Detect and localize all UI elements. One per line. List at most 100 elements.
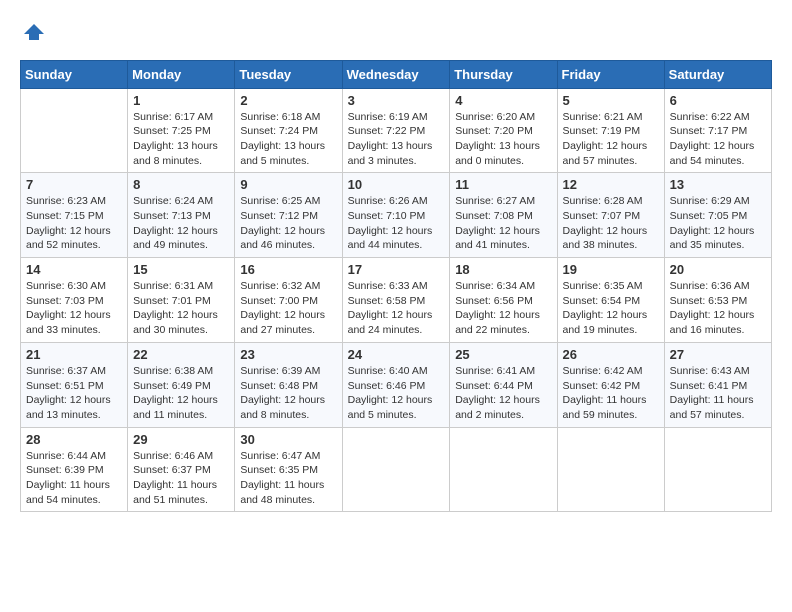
day-number: 16 [240,262,336,277]
day-number: 2 [240,93,336,108]
day-info: Sunrise: 6:33 AMSunset: 6:58 PMDaylight:… [348,279,445,338]
calendar-week-row: 14Sunrise: 6:30 AMSunset: 7:03 PMDayligh… [21,258,772,343]
day-number: 12 [563,177,659,192]
day-number: 29 [133,432,229,447]
calendar-day-cell: 14Sunrise: 6:30 AMSunset: 7:03 PMDayligh… [21,258,128,343]
calendar-day-cell: 10 Sunrise: 6:26 AMSunset: 7:10 PMDayligh… [342,173,450,258]
day-info: Sunrise: 6:30 AMSunset: 7:03 PMDaylight:… [26,279,122,338]
day-info: Sunrise: 6:24 AMSunset: 7:13 PMDaylight:… [133,194,229,253]
day-info: Sunrise: 6:37 AMSunset: 6:51 PMDaylight:… [26,364,122,423]
calendar-day-cell: 20 Sunrise: 6:36 AMSunset: 6:53 PMDayligh… [664,258,771,343]
calendar-week-row: 21 Sunrise: 6:37 AMSunset: 6:51 PMDayligh… [21,342,772,427]
calendar-table: SundayMondayTuesdayWednesdayThursdayFrid… [20,60,772,513]
day-info: Sunrise: 6:32 AMSunset: 7:00 PMDaylight:… [240,279,336,338]
calendar-day-cell: 13 Sunrise: 6:29 AMSunset: 7:05 PMDayligh… [664,173,771,258]
day-number: 28 [26,432,122,447]
calendar-day-cell [557,427,664,512]
day-number: 19 [563,262,659,277]
day-info: Sunrise: 6:46 AMSunset: 6:37 PMDaylight:… [133,449,229,508]
calendar-day-cell: 6 Sunrise: 6:22 AMSunset: 7:17 PMDaylight… [664,88,771,173]
calendar-day-cell: 1 Sunrise: 6:17 AMSunset: 7:25 PMDaylight… [128,88,235,173]
calendar-week-row: 7 Sunrise: 6:23 AMSunset: 7:15 PMDaylight… [21,173,772,258]
calendar-day-cell: 29 Sunrise: 6:46 AMSunset: 6:37 PMDayligh… [128,427,235,512]
weekday-header: Wednesday [342,60,450,88]
day-info: Sunrise: 6:18 AMSunset: 7:24 PMDaylight:… [240,110,336,169]
logo [20,20,46,50]
day-info: Sunrise: 6:25 AMSunset: 7:12 PMDaylight:… [240,194,336,253]
day-info: Sunrise: 6:19 AMSunset: 7:22 PMDaylight:… [348,110,445,169]
day-number: 10 [348,177,445,192]
calendar-week-row: 1 Sunrise: 6:17 AMSunset: 7:25 PMDaylight… [21,88,772,173]
calendar-day-cell: 7 Sunrise: 6:23 AMSunset: 7:15 PMDaylight… [21,173,128,258]
day-number: 25 [455,347,551,362]
day-number: 13 [670,177,766,192]
day-number: 5 [563,93,659,108]
calendar-day-cell: 22 Sunrise: 6:38 AMSunset: 6:49 PMDayligh… [128,342,235,427]
logo-icon [22,20,46,44]
calendar-day-cell: 25 Sunrise: 6:41 AMSunset: 6:44 PMDayligh… [450,342,557,427]
day-info: Sunrise: 6:34 AMSunset: 6:56 PMDaylight:… [455,279,551,338]
weekday-header: Thursday [450,60,557,88]
day-number: 8 [133,177,229,192]
calendar-day-cell: 28 Sunrise: 6:44 AMSunset: 6:39 PMDayligh… [21,427,128,512]
calendar-header-row: SundayMondayTuesdayWednesdayThursdayFrid… [21,60,772,88]
calendar-day-cell: 30 Sunrise: 6:47 AMSunset: 6:35 PMDayligh… [235,427,342,512]
day-number: 6 [670,93,766,108]
calendar-day-cell: 9 Sunrise: 6:25 AMSunset: 7:12 PMDaylight… [235,173,342,258]
day-number: 26 [563,347,659,362]
weekday-header: Saturday [664,60,771,88]
calendar-day-cell: 17Sunrise: 6:33 AMSunset: 6:58 PMDayligh… [342,258,450,343]
day-info: Sunrise: 6:21 AMSunset: 7:19 PMDaylight:… [563,110,659,169]
day-info: Sunrise: 6:26 AMSunset: 7:10 PMDaylight:… [348,194,445,253]
day-number: 21 [26,347,122,362]
day-number: 11 [455,177,551,192]
calendar-day-cell: 18 Sunrise: 6:34 AMSunset: 6:56 PMDayligh… [450,258,557,343]
calendar-day-cell [21,88,128,173]
calendar-day-cell: 3 Sunrise: 6:19 AMSunset: 7:22 PMDaylight… [342,88,450,173]
day-number: 3 [348,93,445,108]
day-info: Sunrise: 6:39 AMSunset: 6:48 PMDaylight:… [240,364,336,423]
day-number: 4 [455,93,551,108]
day-info: Sunrise: 6:27 AMSunset: 7:08 PMDaylight:… [455,194,551,253]
calendar-day-cell: 19Sunrise: 6:35 AMSunset: 6:54 PMDayligh… [557,258,664,343]
day-number: 27 [670,347,766,362]
day-info: Sunrise: 6:20 AMSunset: 7:20 PMDaylight:… [455,110,551,169]
day-info: Sunrise: 6:42 AMSunset: 6:42 PMDaylight:… [563,364,659,423]
day-info: Sunrise: 6:41 AMSunset: 6:44 PMDaylight:… [455,364,551,423]
day-info: Sunrise: 6:31 AMSunset: 7:01 PMDaylight:… [133,279,229,338]
day-info: Sunrise: 6:38 AMSunset: 6:49 PMDaylight:… [133,364,229,423]
day-info: Sunrise: 6:28 AMSunset: 7:07 PMDaylight:… [563,194,659,253]
day-number: 18 [455,262,551,277]
calendar-day-cell: 26 Sunrise: 6:42 AMSunset: 6:42 PMDayligh… [557,342,664,427]
day-info: Sunrise: 6:44 AMSunset: 6:39 PMDaylight:… [26,449,122,508]
day-info: Sunrise: 6:22 AMSunset: 7:17 PMDaylight:… [670,110,766,169]
day-number: 1 [133,93,229,108]
calendar-day-cell: 24Sunrise: 6:40 AMSunset: 6:46 PMDayligh… [342,342,450,427]
day-info: Sunrise: 6:17 AMSunset: 7:25 PMDaylight:… [133,110,229,169]
weekday-header: Sunday [21,60,128,88]
day-info: Sunrise: 6:36 AMSunset: 6:53 PMDaylight:… [670,279,766,338]
day-number: 7 [26,177,122,192]
day-number: 23 [240,347,336,362]
day-number: 22 [133,347,229,362]
calendar-week-row: 28 Sunrise: 6:44 AMSunset: 6:39 PMDayligh… [21,427,772,512]
day-number: 9 [240,177,336,192]
calendar-day-cell: 27Sunrise: 6:43 AMSunset: 6:41 PMDayligh… [664,342,771,427]
calendar-body: 1 Sunrise: 6:17 AMSunset: 7:25 PMDaylight… [21,88,772,512]
calendar-day-cell: 11 Sunrise: 6:27 AMSunset: 7:08 PMDayligh… [450,173,557,258]
day-info: Sunrise: 6:23 AMSunset: 7:15 PMDaylight:… [26,194,122,253]
calendar-day-cell: 2 Sunrise: 6:18 AMSunset: 7:24 PMDaylight… [235,88,342,173]
day-info: Sunrise: 6:47 AMSunset: 6:35 PMDaylight:… [240,449,336,508]
calendar-day-cell [664,427,771,512]
day-info: Sunrise: 6:29 AMSunset: 7:05 PMDaylight:… [670,194,766,253]
day-number: 15 [133,262,229,277]
calendar-day-cell: 16 Sunrise: 6:32 AMSunset: 7:00 PMDayligh… [235,258,342,343]
weekday-header: Friday [557,60,664,88]
calendar-day-cell: 12 Sunrise: 6:28 AMSunset: 7:07 PMDayligh… [557,173,664,258]
day-number: 20 [670,262,766,277]
day-info: Sunrise: 6:40 AMSunset: 6:46 PMDaylight:… [348,364,445,423]
calendar-day-cell [450,427,557,512]
page-header [20,20,772,50]
day-number: 30 [240,432,336,447]
calendar-day-cell: 21 Sunrise: 6:37 AMSunset: 6:51 PMDayligh… [21,342,128,427]
